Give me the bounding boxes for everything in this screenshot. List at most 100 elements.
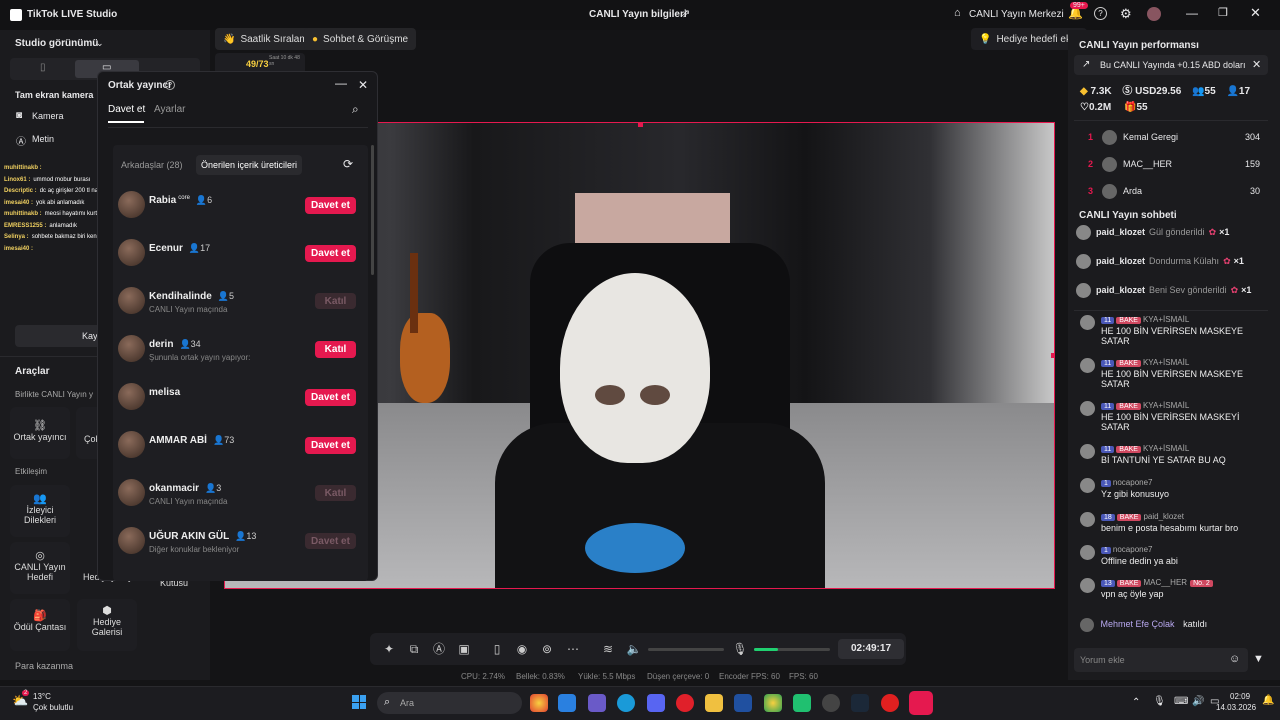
gift-user[interactable]: paid_klozet [1096, 227, 1145, 237]
gift-user[interactable]: paid_klozet [1096, 256, 1145, 266]
github-icon[interactable] [822, 694, 840, 712]
clock-date[interactable]: 14.03.2026 [1216, 703, 1256, 712]
microphone-icon[interactable]: 🎙 [732, 641, 748, 657]
volume-slider[interactable] [648, 648, 724, 651]
collab-tool[interactable]: ⛓ Ortak yayıncı [10, 407, 70, 459]
chat-user[interactable]: KYA+İSMAİL [1143, 401, 1189, 410]
close-icon[interactable]: ✕ [1250, 5, 1261, 21]
invite-button[interactable]: Davet et [305, 437, 356, 454]
chat-call-pill[interactable]: ● Sohbet & Görüşme [304, 28, 417, 50]
network-icon[interactable]: ⌨ [1174, 696, 1188, 707]
tab-invite[interactable]: Davet et [108, 104, 145, 115]
store-icon[interactable] [558, 694, 576, 712]
microphone-icon[interactable]: 🎙 [1153, 696, 1166, 707]
ranking-name[interactable]: Arda [1123, 186, 1142, 196]
phone-icon[interactable]: ▯ [489, 641, 505, 657]
minimize-icon[interactable]: — [335, 76, 347, 90]
scrollbar[interactable] [371, 145, 374, 275]
discord-icon[interactable] [647, 694, 665, 712]
steam-icon[interactable] [851, 694, 869, 712]
invite-button[interactable]: Davet et [305, 197, 356, 214]
windows-start-icon[interactable] [352, 695, 366, 709]
help-icon[interactable]: ? [1094, 7, 1107, 20]
speaker-icon[interactable]: 🔈 [626, 641, 642, 657]
level-badge: 11 [1101, 446, 1115, 453]
camera-source[interactable]: Kamera [32, 111, 64, 121]
close-icon[interactable]: ✕ [358, 78, 368, 92]
chat-user[interactable]: KYA+İSMAİL [1143, 315, 1189, 324]
avatar[interactable] [1147, 7, 1161, 21]
resize-handle[interactable] [638, 123, 643, 127]
folder-icon[interactable] [705, 694, 723, 712]
mic-slider[interactable] [754, 648, 830, 651]
magic-wand-icon[interactable]: ✦ [381, 641, 397, 657]
tab-friends[interactable]: Arkadaşlar (28) [121, 160, 183, 170]
refresh-icon[interactable]: ⟳ [343, 157, 353, 171]
close-icon[interactable]: ✕ [1252, 58, 1261, 71]
more-icon[interactable]: ⋯ [565, 641, 581, 657]
home-icon[interactable]: ⌂ [954, 7, 961, 19]
emoji-icon[interactable]: ☺ [1229, 653, 1240, 665]
chevron-down-icon[interactable]: ⌄ [96, 38, 104, 49]
chat-user[interactable]: KYA+İSMAİL [1143, 358, 1189, 367]
users-stat: 55 [1204, 86, 1216, 97]
studio-view-label[interactable]: Studio görünümü [15, 38, 98, 49]
join-button[interactable]: Katıl [315, 341, 356, 358]
mail-icon[interactable] [734, 694, 752, 712]
resize-handle[interactable] [1051, 353, 1054, 358]
share-icon[interactable]: ⇗ [681, 7, 690, 20]
teams-icon[interactable] [588, 694, 606, 712]
notification-icon[interactable]: 🔔 [1262, 695, 1274, 706]
chat-user[interactable]: nocapone7 [1113, 545, 1153, 554]
chevron-up-icon[interactable]: ⌃ [1132, 697, 1140, 708]
gear-icon[interactable]: ⚙ [1120, 6, 1132, 22]
taskbar-search[interactable]: ⌕ Ara [377, 692, 522, 714]
record-icon[interactable]: ◉ [514, 641, 530, 657]
comment-input[interactable]: Yorum ekle ☺ [1074, 648, 1248, 672]
chat-user[interactable]: KYA+İSMAİL [1143, 444, 1189, 453]
xbox-icon[interactable] [793, 694, 811, 712]
ai-icon[interactable]: Ⓐ [431, 641, 447, 657]
tab-suggested-creators[interactable]: Önerilen içerik üreticileri [196, 155, 303, 175]
ranking-name[interactable]: Kemal Geregi [1123, 132, 1178, 142]
clock-time[interactable]: 02:09 [1230, 692, 1250, 701]
camera-switch-icon[interactable]: ⊚ [539, 641, 555, 657]
tab-settings[interactable]: Ayarlar [154, 104, 186, 115]
chrome-icon[interactable] [530, 694, 548, 712]
chat-user[interactable]: paid_klozet [1143, 512, 1183, 521]
follower-count-value: 73 [224, 435, 235, 445]
chat-user[interactable]: MAC__HER [1143, 578, 1187, 587]
ranking-score: 159 [1244, 159, 1260, 169]
invite-button[interactable]: Davet et [305, 389, 356, 406]
minimize-icon[interactable]: — [1186, 6, 1198, 20]
live-info-title[interactable]: CANLI Yayın bilgileri [589, 9, 687, 20]
reward-bag-tool[interactable]: 🎒 Ödül Çantası [10, 599, 70, 651]
filter-icon[interactable]: ▼ [1253, 653, 1264, 665]
screen-icon[interactable]: ▣ [456, 641, 472, 657]
invite-button[interactable]: Davet et [305, 245, 356, 262]
viewer-requests-tool[interactable]: 👥 İzleyici Dilekleri [10, 485, 70, 537]
portrait-icon[interactable]: ▯ [40, 62, 46, 73]
help-icon[interactable]: ? [165, 80, 175, 90]
gift-icon: ✿ [1208, 226, 1217, 237]
chrome-icon[interactable] [764, 694, 782, 712]
tiktok-studio-icon[interactable] [909, 691, 933, 715]
join-user[interactable]: Mehmet Efe Çolak [1101, 619, 1175, 629]
chat-user[interactable]: nocapone7 [1113, 478, 1153, 487]
youtube-icon[interactable] [881, 694, 899, 712]
layout-icon[interactable]: ⧉ [406, 641, 422, 657]
ranking-name[interactable]: MAC__HER [1123, 159, 1172, 169]
live-goal-tool[interactable]: ◎ CANLI Yayın Hedefi [10, 542, 70, 594]
gift-user[interactable]: paid_klozet [1096, 285, 1145, 295]
search-icon[interactable]: ⌕ [352, 102, 359, 117]
record-button[interactable]: Kay [15, 325, 105, 347]
maximize-icon[interactable]: ❐ [1218, 6, 1228, 19]
edge-icon[interactable] [617, 694, 635, 712]
opera-icon[interactable] [676, 694, 694, 712]
gift-gallery-tool[interactable]: ⬢ Hediye Galerisi [77, 599, 137, 651]
settings-sliders-icon[interactable]: ≋ [600, 641, 616, 657]
volume-icon[interactable]: 🔊 [1192, 696, 1204, 707]
text-source[interactable]: Metin [32, 134, 54, 144]
avatar [118, 527, 145, 554]
live-center-link[interactable]: CANLI Yayın Merkezi [969, 9, 1064, 20]
